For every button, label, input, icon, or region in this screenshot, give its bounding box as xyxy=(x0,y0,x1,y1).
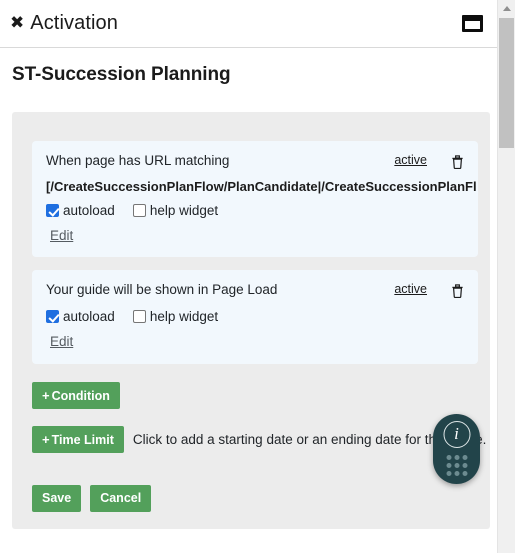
plus-icon: + xyxy=(42,388,50,403)
window-header: ✖ Activation xyxy=(0,0,497,48)
scroll-up-arrow-icon[interactable] xyxy=(498,0,515,17)
restore-window-icon[interactable] xyxy=(462,15,483,32)
help-widget-label[interactable]: help widget xyxy=(150,309,218,324)
condition-options-row: autoload help widget xyxy=(46,203,464,218)
dot xyxy=(446,463,451,468)
add-condition-button[interactable]: + Condition xyxy=(32,382,120,409)
activation-panel: When page has URL matching active [/Crea… xyxy=(12,112,490,529)
info-help-widget[interactable]: i xyxy=(433,414,480,484)
help-widget-checkbox[interactable] xyxy=(132,310,146,323)
autoload-label[interactable]: autoload xyxy=(63,203,115,218)
dot xyxy=(446,455,451,460)
dot xyxy=(454,463,459,468)
autoload-label[interactable]: autoload xyxy=(63,309,115,324)
time-limit-row: + Time Limit Click to add a starting date… xyxy=(32,426,486,453)
vertical-scrollbar[interactable] xyxy=(497,0,515,553)
add-time-limit-label: Time Limit xyxy=(51,433,114,447)
plus-icon: + xyxy=(42,432,50,447)
condition-label: Your guide will be shown in Page Load xyxy=(46,282,278,297)
edit-link[interactable]: Edit xyxy=(50,334,73,349)
activation-window: ✖ Activation ST-Succession Planning When… xyxy=(0,0,497,553)
condition-label: When page has URL matching xyxy=(46,153,230,168)
help-widget-checkbox[interactable] xyxy=(132,204,146,217)
condition-status-link[interactable]: active xyxy=(394,153,427,167)
info-icon[interactable]: i xyxy=(443,421,470,448)
dot xyxy=(454,455,459,460)
delete-icon[interactable] xyxy=(451,154,464,169)
page-title: ST-Succession Planning xyxy=(12,64,231,85)
add-time-limit-button[interactable]: + Time Limit xyxy=(32,426,124,453)
condition-url: [/CreateSuccessionPlanFlow/PlanCandidate… xyxy=(46,179,476,194)
condition-header-row: Your guide will be shown in Page Load ac… xyxy=(46,282,464,300)
save-button[interactable]: Save xyxy=(32,485,82,512)
autoload-checkbox[interactable] xyxy=(46,310,59,323)
cancel-button[interactable]: Cancel xyxy=(90,485,152,512)
close-icon[interactable]: ✖ xyxy=(8,13,30,34)
condition-header-row: When page has URL matching active xyxy=(46,153,464,171)
dot xyxy=(462,463,467,468)
dot xyxy=(446,471,451,476)
add-condition-label: Condition xyxy=(51,389,110,403)
dot xyxy=(462,471,467,476)
scrollbar-thumb[interactable] xyxy=(499,18,514,148)
edit-link[interactable]: Edit xyxy=(50,228,73,243)
condition-status-link[interactable]: active xyxy=(394,282,427,296)
help-widget-label[interactable]: help widget xyxy=(150,203,218,218)
dot xyxy=(462,455,467,460)
condition-card: When page has URL matching active [/Crea… xyxy=(32,141,478,257)
dot xyxy=(454,471,459,476)
autoload-checkbox[interactable] xyxy=(46,204,59,217)
condition-card: Your guide will be shown in Page Load ac… xyxy=(32,270,478,364)
form-actions: Save Cancel xyxy=(32,485,152,512)
window-title: Activation xyxy=(30,12,118,34)
delete-icon[interactable] xyxy=(451,283,464,298)
drag-handle-dots-icon[interactable] xyxy=(446,455,467,476)
condition-options-row: autoload help widget xyxy=(46,309,464,324)
